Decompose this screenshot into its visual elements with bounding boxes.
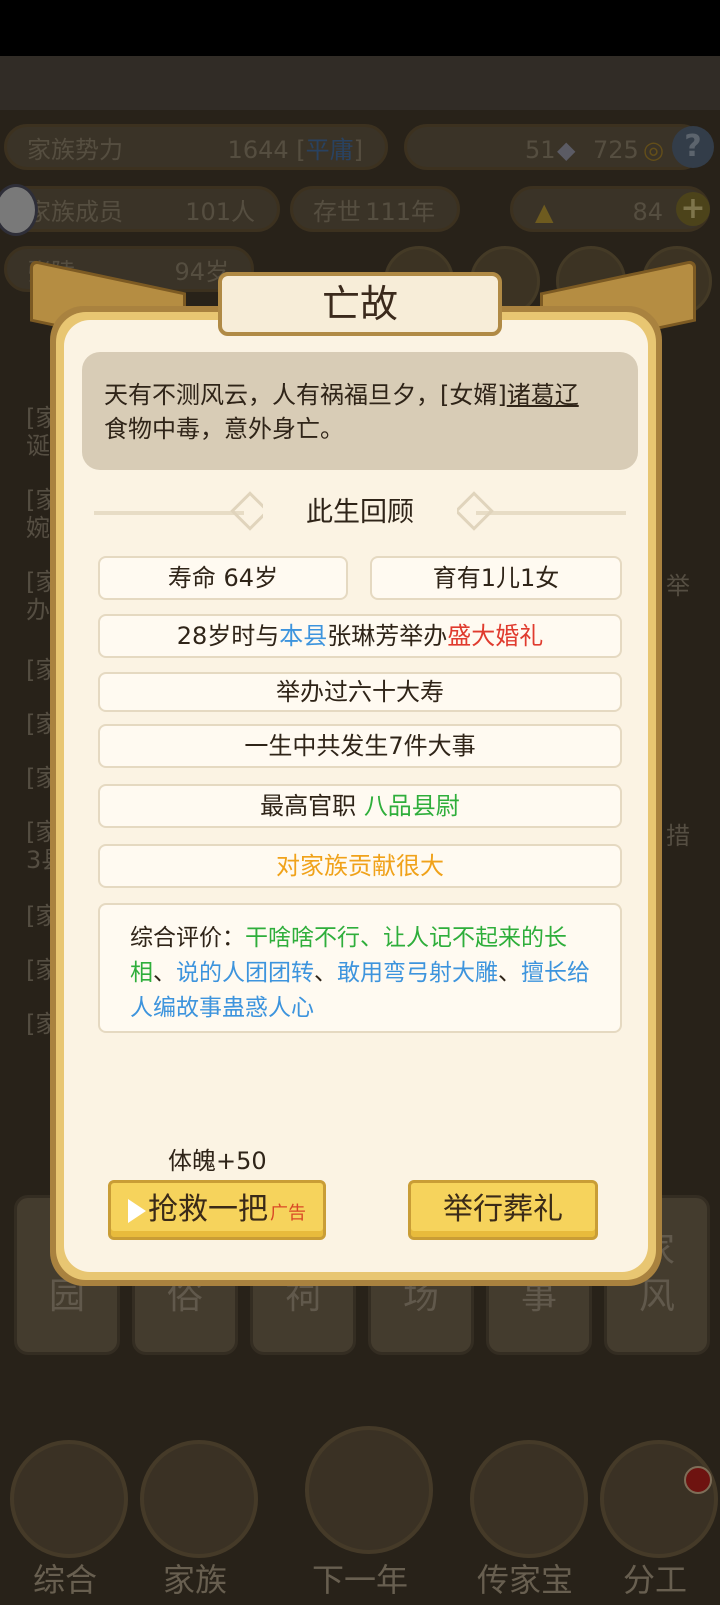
dialog-title: 亡故 [218, 272, 502, 336]
office-item: 最高官职 八品县尉 [98, 784, 622, 828]
deceased-name[interactable]: 诸葛辽 [507, 381, 579, 409]
status-bar [0, 0, 720, 56]
wedding-kind: 盛大婚礼 [447, 622, 544, 650]
death-message: 天有不测风云，人有祸福旦夕，[女婿]诸葛辽 食物中毒，意外身亡。 [82, 352, 638, 470]
evaluation-separator: 、 [153, 960, 176, 986]
rescue-label: 抢救一把 [148, 1192, 268, 1227]
wedding-item: 28岁时与本县张琳芳举办盛大婚礼 [98, 614, 622, 658]
evaluation-label: 综合评价： [130, 925, 245, 951]
section-divider-left [94, 511, 244, 515]
lifespan-item: 寿命 64岁 [98, 556, 348, 600]
life-review-title: 此生回顾 [263, 491, 457, 535]
wedding-place: 本县 [279, 622, 328, 650]
wedding-spouse: 张琳芳举办 [327, 622, 448, 650]
office-value: 八品县尉 [363, 792, 460, 820]
evaluation-trait: 敢用弯弓射大雕 [337, 960, 498, 986]
contribution-item: 对家族贡献很大 [98, 844, 622, 888]
hold-funeral-button[interactable]: 举行葬礼 [408, 1180, 598, 1240]
evaluation-trait: 说的人团团转 [176, 960, 314, 986]
overall-evaluation: 综合评价：干啥啥不行、让人记不起来的长相、说的人团团转、敢用弯弓射大雕、擅长给人… [98, 903, 622, 1033]
section-divider-right [476, 511, 626, 515]
rescue-ad-button[interactable]: 抢救一把 广告 [108, 1180, 326, 1240]
evaluation-separator: 、 [314, 960, 337, 986]
death-message-cause: 食物中毒，意外身亡。 [104, 415, 344, 443]
evaluation-separator: 、 [498, 960, 521, 986]
events-item: 一生中共发生7件大事 [98, 724, 622, 768]
play-icon [128, 1198, 146, 1223]
ad-tag: 广告 [270, 1203, 306, 1224]
birthday-item: 举办过六十大寿 [98, 672, 622, 712]
children-item: 育有1儿1女 [370, 556, 622, 600]
death-message-text: 天有不测风云，人有祸福旦夕，[女婿] [104, 381, 507, 409]
contribution-text: 对家族贡献很大 [276, 852, 444, 880]
office-label: 最高官职 [260, 792, 357, 820]
reward-text: 体魄+50 [168, 1147, 267, 1175]
wedding-prefix: 28岁时与 [176, 622, 280, 650]
